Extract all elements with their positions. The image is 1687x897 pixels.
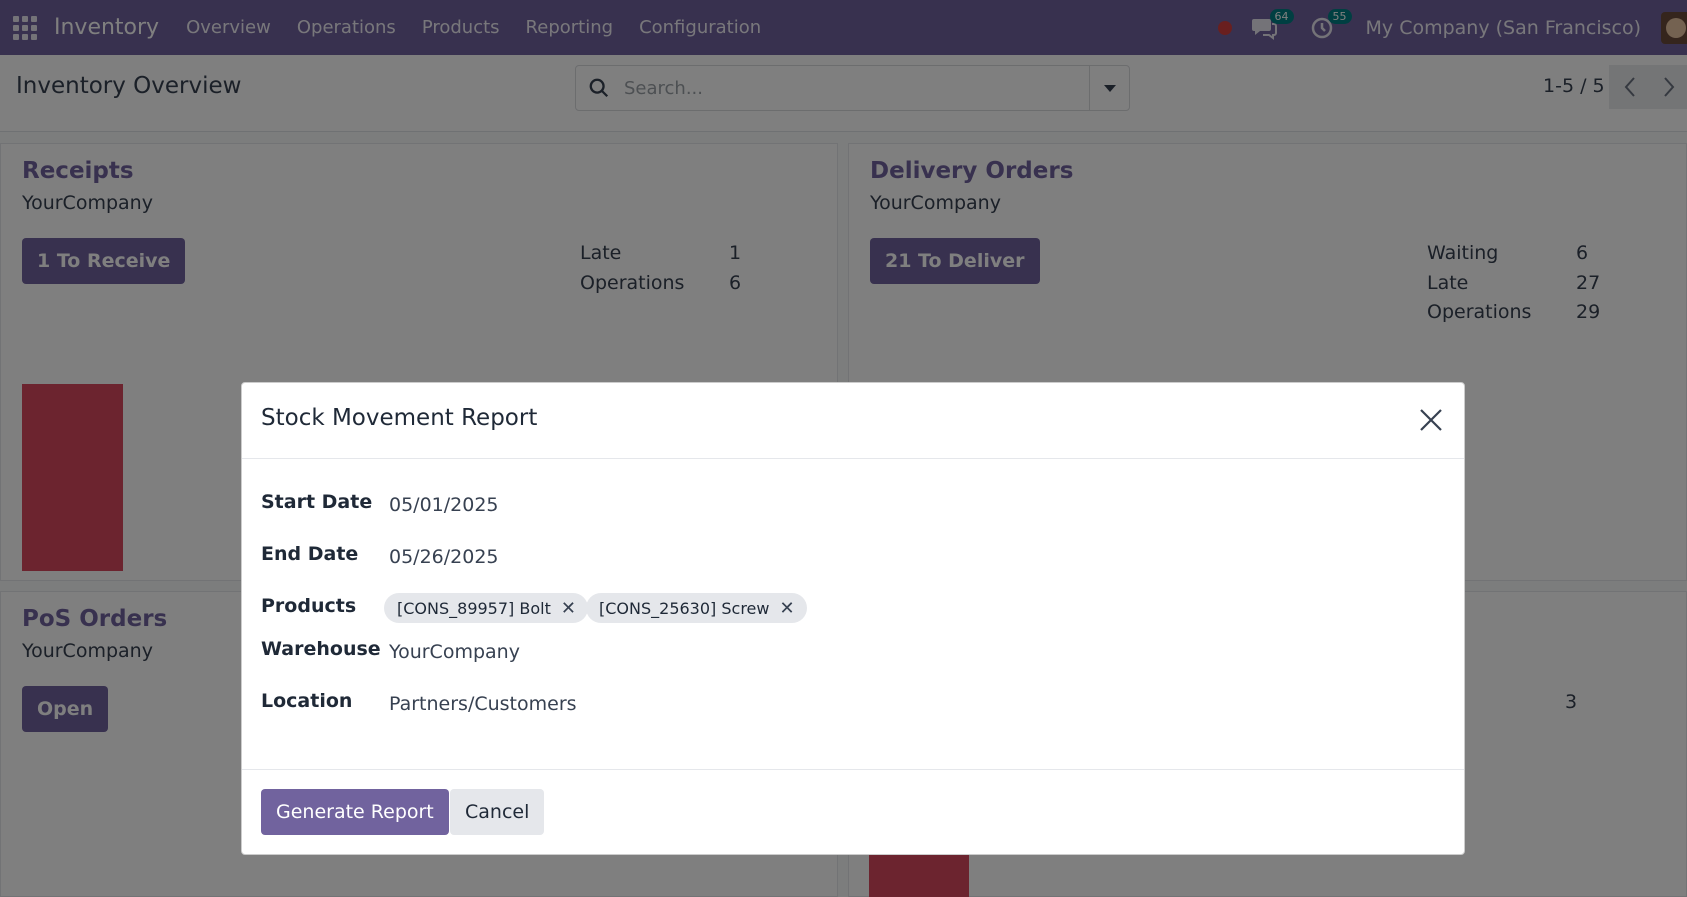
start-date-label: Start Date [261,491,373,513]
location-field[interactable]: Partners/Customers [389,693,577,715]
product-tag-label: [CONS_89957] Bolt [397,598,551,618]
warehouse-label: Warehouse [261,638,381,660]
location-label: Location [261,690,353,712]
remove-tag-icon[interactable]: ✕ [779,598,794,619]
end-date-field[interactable]: 05/26/2025 [389,546,499,568]
warehouse-field[interactable]: YourCompany [389,641,520,663]
remove-tag-icon[interactable]: ✕ [561,598,576,619]
products-label: Products [261,595,357,617]
product-tag-label: [CONS_25630] Screw [599,598,770,618]
product-tag[interactable]: [CONS_25630] Screw ✕ [586,593,807,623]
modal-footer: Generate Report Cancel [242,769,1464,854]
end-date-label: End Date [261,543,359,565]
start-date-field[interactable]: 05/01/2025 [389,494,499,516]
close-icon[interactable] [1416,405,1446,435]
generate-report-button[interactable]: Generate Report [261,789,449,835]
stock-movement-report-dialog: Stock Movement Report Start Date 05/01/2… [241,382,1465,855]
modal-title: Stock Movement Report [261,405,538,431]
cancel-button[interactable]: Cancel [450,789,545,835]
product-tag[interactable]: [CONS_89957] Bolt ✕ [384,593,588,623]
modal-header: Stock Movement Report [242,383,1464,459]
